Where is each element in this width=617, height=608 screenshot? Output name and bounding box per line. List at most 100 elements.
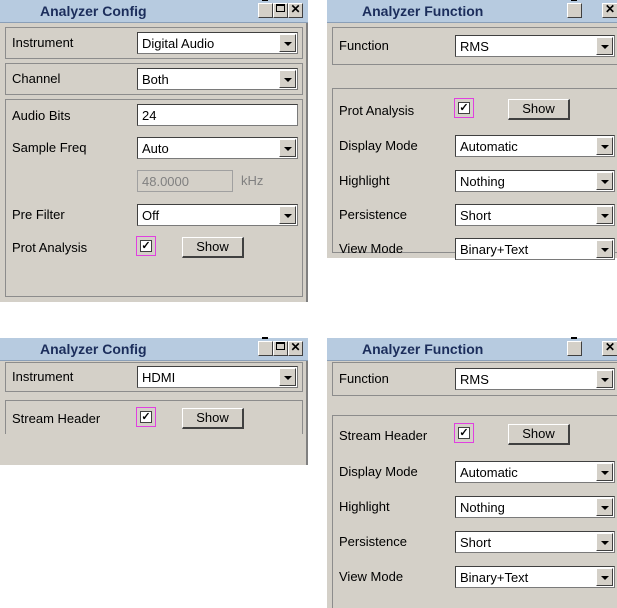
- chevron-down-icon[interactable]: [596, 533, 613, 551]
- title-bar[interactable]: Analyzer Function ✕: [327, 337, 617, 361]
- chevron-down-icon[interactable]: [596, 172, 613, 190]
- highlight-select[interactable]: Nothing: [455, 170, 615, 192]
- minimize-button[interactable]: [567, 0, 582, 18]
- view-mode-select[interactable]: Binary+Text: [455, 238, 615, 260]
- display-mode-value: Automatic: [460, 465, 518, 480]
- persistence-value: Short: [460, 535, 492, 550]
- chevron-down-icon[interactable]: [279, 34, 296, 52]
- chevron-down-icon[interactable]: [279, 368, 296, 386]
- prot-analysis-checkbox-highlight: ✓: [454, 98, 474, 118]
- stream-header-checkbox[interactable]: ✓: [458, 427, 470, 439]
- audio-bits-label: Audio Bits: [12, 108, 71, 123]
- persistence-select[interactable]: Short: [455, 531, 615, 553]
- title-bar[interactable]: Analyzer Config ✕: [0, 337, 308, 361]
- frequency-unit: kHz: [241, 173, 264, 188]
- sample-freq-select[interactable]: Auto: [137, 137, 298, 159]
- show-button[interactable]: Show: [182, 237, 244, 258]
- frequency-input: 48.0000: [137, 170, 233, 192]
- close-button[interactable]: ✕: [288, 2, 303, 18]
- pre-filter-value: Off: [142, 208, 160, 223]
- close-icon: ✕: [290, 2, 301, 16]
- pre-filter-select[interactable]: Off: [137, 204, 298, 226]
- highlight-value: Nothing: [460, 174, 505, 189]
- chevron-down-icon[interactable]: [279, 70, 296, 88]
- persistence-value: Short: [460, 208, 492, 223]
- channel-group: Channel Both: [5, 63, 303, 95]
- analyzer-function-window: Analyzer Function ✕ Function RMS Stream …: [327, 337, 617, 608]
- sample-freq-value: Auto: [142, 141, 169, 156]
- display-mode-select[interactable]: Automatic: [455, 135, 615, 157]
- show-button[interactable]: Show: [182, 408, 244, 429]
- function-select[interactable]: RMS: [455, 368, 615, 390]
- analyzer-config-window: Analyzer Config ✕ Instrument Digital Aud…: [0, 0, 308, 302]
- prot-analysis-checkbox[interactable]: ✓: [458, 102, 470, 114]
- chevron-down-icon[interactable]: [596, 240, 613, 258]
- show-button[interactable]: Show: [508, 99, 570, 120]
- minimize-button[interactable]: [258, 337, 273, 356]
- chevron-down-icon[interactable]: [279, 206, 296, 224]
- instrument-value: HDMI: [142, 370, 176, 385]
- prot-analysis-label: Prot Analysis: [339, 103, 415, 118]
- pre-filter-label: Pre Filter: [12, 207, 65, 222]
- title-bar[interactable]: Analyzer Config ✕: [0, 0, 308, 23]
- chevron-down-icon[interactable]: [596, 568, 613, 586]
- highlight-select[interactable]: Nothing: [455, 496, 615, 518]
- close-icon: ✕: [604, 340, 616, 354]
- channel-label: Channel: [12, 71, 61, 86]
- function-label: Function: [339, 371, 389, 386]
- channel-select[interactable]: Both: [137, 68, 298, 90]
- stream-header-checkbox-highlight: ✓: [136, 407, 156, 427]
- prot-analysis-checkbox-highlight: ✓: [136, 236, 156, 256]
- close-button[interactable]: ✕: [288, 340, 303, 356]
- persistence-label: Persistence: [339, 534, 407, 549]
- instrument-select[interactable]: HDMI: [137, 366, 298, 388]
- title-bar[interactable]: Analyzer Function ✕: [327, 0, 617, 23]
- view-mode-select[interactable]: Binary+Text: [455, 566, 615, 588]
- minimize-button[interactable]: [258, 0, 273, 18]
- minimize-button[interactable]: [567, 337, 582, 356]
- window-title: Analyzer Function: [362, 341, 484, 357]
- instrument-value: Digital Audio: [142, 36, 215, 51]
- stream-header-checkbox[interactable]: ✓: [140, 411, 152, 423]
- instrument-label: Instrument: [12, 35, 74, 50]
- frequency-value: 48.0000: [142, 174, 189, 189]
- window-title: Analyzer Config: [40, 341, 147, 357]
- chevron-down-icon[interactable]: [596, 370, 613, 388]
- instrument-group: Instrument HDMI: [5, 362, 303, 392]
- close-button[interactable]: ✕: [602, 2, 617, 18]
- window-edge: [306, 0, 308, 302]
- highlight-value: Nothing: [460, 500, 505, 515]
- instrument-group: Instrument Digital Audio: [5, 27, 303, 59]
- instrument-select[interactable]: Digital Audio: [137, 32, 298, 54]
- show-button[interactable]: Show: [508, 424, 570, 445]
- sample-freq-label: Sample Freq: [12, 140, 87, 155]
- display-mode-select[interactable]: Automatic: [455, 461, 615, 483]
- chevron-down-icon[interactable]: [596, 37, 613, 55]
- analysis-group: Prot Analysis ✓ Show Display Mode Automa…: [332, 88, 617, 260]
- persistence-select[interactable]: Short: [455, 204, 615, 226]
- prot-analysis-checkbox[interactable]: ✓: [140, 240, 152, 252]
- maximize-button[interactable]: [273, 3, 288, 18]
- chevron-down-icon[interactable]: [596, 137, 613, 155]
- view-mode-value: Binary+Text: [460, 242, 529, 257]
- display-mode-label: Display Mode: [339, 138, 418, 153]
- settings-group: Audio Bits 24 Sample Freq Auto 48.0000 k…: [5, 99, 303, 297]
- stream-header-label: Stream Header: [12, 411, 101, 426]
- function-value: RMS: [460, 372, 489, 387]
- prot-analysis-label: Prot Analysis: [12, 240, 88, 255]
- audio-bits-input[interactable]: 24: [137, 104, 298, 126]
- view-mode-label: View Mode: [339, 241, 404, 256]
- analyzer-config-window: Analyzer Config ✕ Instrument HDMI Stream…: [0, 337, 308, 465]
- chevron-down-icon[interactable]: [596, 498, 613, 516]
- close-icon: ✕: [290, 340, 301, 354]
- chevron-down-icon[interactable]: [596, 463, 613, 481]
- stream-header-checkbox-highlight: ✓: [454, 423, 474, 443]
- highlight-label: Highlight: [339, 173, 390, 188]
- stream-group: Stream Header ✓ Show Display Mode Automa…: [332, 415, 617, 608]
- chevron-down-icon[interactable]: [279, 139, 296, 157]
- function-select[interactable]: RMS: [455, 35, 615, 57]
- function-value: RMS: [460, 39, 489, 54]
- close-button[interactable]: ✕: [602, 340, 617, 356]
- chevron-down-icon[interactable]: [596, 206, 613, 224]
- maximize-button[interactable]: [273, 341, 288, 356]
